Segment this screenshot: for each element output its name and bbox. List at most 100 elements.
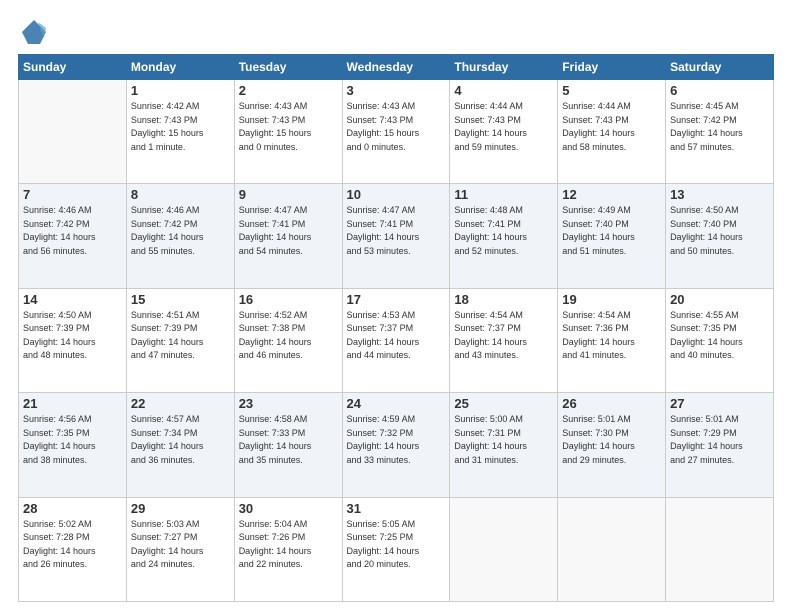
calendar-cell: 14Sunrise: 4:50 AM Sunset: 7:39 PM Dayli… [19,288,127,392]
day-info: Sunrise: 4:54 AM Sunset: 7:36 PM Dayligh… [562,309,661,363]
day-info: Sunrise: 5:00 AM Sunset: 7:31 PM Dayligh… [454,413,553,467]
day-number: 19 [562,292,661,307]
day-info: Sunrise: 4:52 AM Sunset: 7:38 PM Dayligh… [239,309,338,363]
calendar-cell [19,80,127,184]
day-info: Sunrise: 4:46 AM Sunset: 7:42 PM Dayligh… [23,204,122,258]
calendar-cell [558,497,666,601]
day-number: 22 [131,396,230,411]
calendar-cell: 6Sunrise: 4:45 AM Sunset: 7:42 PM Daylig… [666,80,774,184]
day-info: Sunrise: 5:01 AM Sunset: 7:29 PM Dayligh… [670,413,769,467]
day-number: 3 [347,83,446,98]
calendar-header-row: SundayMondayTuesdayWednesdayThursdayFrid… [19,55,774,80]
day-number: 27 [670,396,769,411]
day-number: 18 [454,292,553,307]
day-number: 13 [670,187,769,202]
calendar-cell: 10Sunrise: 4:47 AM Sunset: 7:41 PM Dayli… [342,184,450,288]
day-number: 11 [454,187,553,202]
day-info: Sunrise: 5:03 AM Sunset: 7:27 PM Dayligh… [131,518,230,572]
calendar-table: SundayMondayTuesdayWednesdayThursdayFrid… [18,54,774,602]
calendar-cell: 5 Sunrise: 4:44 AM Sunset: 7:43 PM Daylig… [558,80,666,184]
calendar-header-thursday: Thursday [450,55,558,80]
calendar-week-row-5: 28 Sunrise: 5:02 AM Sunset: 7:28 PM Dayli… [19,497,774,601]
day-info: Sunrise: 4:44 AM Sunset: 7:43 PM Dayligh… [562,100,661,154]
day-info: Sunrise: 4:55 AM Sunset: 7:35 PM Dayligh… [670,309,769,363]
day-info: Sunrise: 4:54 AM Sunset: 7:37 PM Dayligh… [454,309,553,363]
calendar-week-row-2: 7 Sunrise: 4:46 AM Sunset: 7:42 PM Daylig… [19,184,774,288]
day-number: 21 [23,396,122,411]
calendar-cell: 7 Sunrise: 4:46 AM Sunset: 7:42 PM Daylig… [19,184,127,288]
day-info: Sunrise: 4:43 AM Sunset: 7:43 PM Dayligh… [347,100,446,154]
calendar-header-wednesday: Wednesday [342,55,450,80]
day-number: 15 [131,292,230,307]
day-info: Sunrise: 4:50 AM Sunset: 7:40 PM Dayligh… [670,204,769,258]
calendar-cell: 17 Sunrise: 4:53 AM Sunset: 7:37 PM Dayli… [342,288,450,392]
day-number: 6 [670,83,769,98]
calendar-week-row-1: 1 Sunrise: 4:42 AM Sunset: 7:43 PM Daylig… [19,80,774,184]
calendar-cell: 29 Sunrise: 5:03 AM Sunset: 7:27 PM Dayli… [126,497,234,601]
calendar-cell: 24 Sunrise: 4:59 AM Sunset: 7:32 PM Dayli… [342,393,450,497]
calendar-header-tuesday: Tuesday [234,55,342,80]
day-info: Sunrise: 4:53 AM Sunset: 7:37 PM Dayligh… [347,309,446,363]
day-number: 2 [239,83,338,98]
day-info: Sunrise: 4:47 AM Sunset: 7:41 PM Dayligh… [347,204,446,258]
calendar-cell: 21Sunrise: 4:56 AM Sunset: 7:35 PM Dayli… [19,393,127,497]
day-number: 29 [131,501,230,516]
day-number: 25 [454,396,553,411]
calendar-cell: 2 Sunrise: 4:43 AM Sunset: 7:43 PM Daylig… [234,80,342,184]
day-info: Sunrise: 5:04 AM Sunset: 7:26 PM Dayligh… [239,518,338,572]
calendar-week-row-3: 14Sunrise: 4:50 AM Sunset: 7:39 PM Dayli… [19,288,774,392]
day-info: Sunrise: 4:48 AM Sunset: 7:41 PM Dayligh… [454,204,553,258]
calendar-cell: 1 Sunrise: 4:42 AM Sunset: 7:43 PM Daylig… [126,80,234,184]
day-number: 30 [239,501,338,516]
day-info: Sunrise: 4:42 AM Sunset: 7:43 PM Dayligh… [131,100,230,154]
day-info: Sunrise: 4:51 AM Sunset: 7:39 PM Dayligh… [131,309,230,363]
day-info: Sunrise: 5:05 AM Sunset: 7:25 PM Dayligh… [347,518,446,572]
calendar-header-sunday: Sunday [19,55,127,80]
day-number: 20 [670,292,769,307]
calendar-cell: 28 Sunrise: 5:02 AM Sunset: 7:28 PM Dayli… [19,497,127,601]
day-info: Sunrise: 4:49 AM Sunset: 7:40 PM Dayligh… [562,204,661,258]
logo-icon [20,18,48,46]
day-info: Sunrise: 4:58 AM Sunset: 7:33 PM Dayligh… [239,413,338,467]
calendar-cell: 13 Sunrise: 4:50 AM Sunset: 7:40 PM Dayli… [666,184,774,288]
calendar-cell: 4Sunrise: 4:44 AM Sunset: 7:43 PM Daylig… [450,80,558,184]
header [18,18,774,46]
calendar-week-row-4: 21Sunrise: 4:56 AM Sunset: 7:35 PM Dayli… [19,393,774,497]
day-number: 14 [23,292,122,307]
day-info: Sunrise: 5:01 AM Sunset: 7:30 PM Dayligh… [562,413,661,467]
calendar-cell: 19 Sunrise: 4:54 AM Sunset: 7:36 PM Dayli… [558,288,666,392]
calendar-cell: 3 Sunrise: 4:43 AM Sunset: 7:43 PM Daylig… [342,80,450,184]
day-number: 31 [347,501,446,516]
day-number: 9 [239,187,338,202]
calendar-cell: 12 Sunrise: 4:49 AM Sunset: 7:40 PM Dayli… [558,184,666,288]
day-number: 7 [23,187,122,202]
calendar-cell: 18 Sunrise: 4:54 AM Sunset: 7:37 PM Dayli… [450,288,558,392]
calendar-cell: 26Sunrise: 5:01 AM Sunset: 7:30 PM Dayli… [558,393,666,497]
day-info: Sunrise: 4:44 AM Sunset: 7:43 PM Dayligh… [454,100,553,154]
day-number: 28 [23,501,122,516]
calendar-cell: 22 Sunrise: 4:57 AM Sunset: 7:34 PM Dayli… [126,393,234,497]
calendar-cell: 16 Sunrise: 4:52 AM Sunset: 7:38 PM Dayli… [234,288,342,392]
day-number: 24 [347,396,446,411]
calendar-cell: 27 Sunrise: 5:01 AM Sunset: 7:29 PM Dayli… [666,393,774,497]
calendar-cell: 15 Sunrise: 4:51 AM Sunset: 7:39 PM Dayli… [126,288,234,392]
day-number: 17 [347,292,446,307]
day-info: Sunrise: 4:59 AM Sunset: 7:32 PM Dayligh… [347,413,446,467]
page: SundayMondayTuesdayWednesdayThursdayFrid… [0,0,792,612]
day-number: 1 [131,83,230,98]
calendar-cell: 9Sunrise: 4:47 AM Sunset: 7:41 PM Daylig… [234,184,342,288]
day-info: Sunrise: 4:57 AM Sunset: 7:34 PM Dayligh… [131,413,230,467]
calendar-cell [666,497,774,601]
calendar-cell: 11 Sunrise: 4:48 AM Sunset: 7:41 PM Dayli… [450,184,558,288]
calendar-cell: 23Sunrise: 4:58 AM Sunset: 7:33 PM Dayli… [234,393,342,497]
day-number: 12 [562,187,661,202]
calendar-cell: 20 Sunrise: 4:55 AM Sunset: 7:35 PM Dayli… [666,288,774,392]
calendar-cell: 30 Sunrise: 5:04 AM Sunset: 7:26 PM Dayli… [234,497,342,601]
calendar-header-monday: Monday [126,55,234,80]
calendar-header-friday: Friday [558,55,666,80]
day-info: Sunrise: 5:02 AM Sunset: 7:28 PM Dayligh… [23,518,122,572]
day-info: Sunrise: 4:43 AM Sunset: 7:43 PM Dayligh… [239,100,338,154]
day-number: 5 [562,83,661,98]
day-number: 16 [239,292,338,307]
calendar-cell: 25 Sunrise: 5:00 AM Sunset: 7:31 PM Dayli… [450,393,558,497]
